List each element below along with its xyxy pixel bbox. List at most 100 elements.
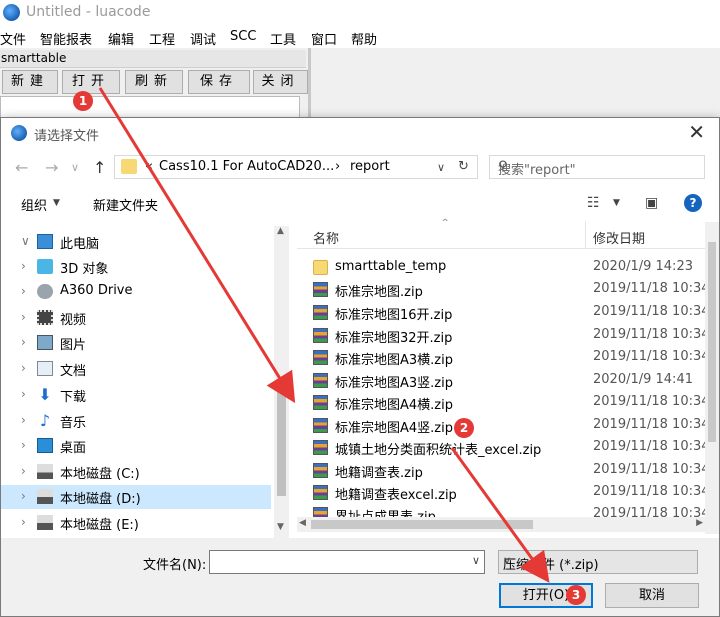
file-row[interactable]: 标准宗地图A4竖.zip 2019/11/18 10:34 bbox=[297, 415, 710, 437]
breadcrumb-report[interactable]: report bbox=[350, 159, 390, 174]
file-list-vertical-scrollbar[interactable] bbox=[705, 222, 719, 534]
new-button[interactable]: 新建 bbox=[2, 70, 58, 94]
menu-project[interactable]: 工程 bbox=[149, 29, 175, 48]
refresh-icon[interactable]: ↻ bbox=[458, 159, 469, 174]
tree-item-music[interactable]: › ♪ 音乐 bbox=[1, 409, 271, 433]
refresh-button[interactable]: 刷新 bbox=[125, 70, 183, 94]
tree-item-downloads[interactable]: › ⬇ 下载 bbox=[1, 383, 271, 407]
file-date: 2019/11/18 10:34 bbox=[593, 484, 710, 499]
tree-item-desktop[interactable]: › 桌面 bbox=[1, 434, 271, 458]
file-row[interactable]: 地籍调查表excel.zip 2019/11/18 10:34 bbox=[297, 482, 710, 504]
open-panel-button[interactable]: 打开 bbox=[62, 70, 120, 94]
file-row[interactable]: 城镇土地分类面积统计表_excel.zip 2019/11/18 10:34 bbox=[297, 437, 710, 459]
close-icon[interactable]: ✕ bbox=[688, 120, 705, 144]
file-row[interactable]: 标准宗地图A3竖.zip 2020/1/9 14:41 bbox=[297, 370, 707, 392]
breadcrumb-cass[interactable]: Cass10.1 For AutoCAD20... bbox=[159, 159, 334, 174]
column-date[interactable]: 修改日期 bbox=[593, 228, 645, 247]
zip-file-icon bbox=[313, 463, 328, 478]
tree-item-documents[interactable]: › 文档 bbox=[1, 357, 271, 381]
menu-window[interactable]: 窗口 bbox=[311, 29, 337, 48]
file-row[interactable]: 标准宗地图A3横.zip 2019/11/18 10:34 bbox=[297, 347, 710, 369]
file-date: 2019/11/18 10:34 bbox=[593, 506, 707, 517]
open-file-dialog: 请选择文件 ✕ ← → ∨ ↑ « Cass10.1 For AutoCAD20… bbox=[0, 117, 720, 617]
file-row[interactable]: 标准宗地图32开.zip 2019/11/18 10:34 bbox=[297, 325, 710, 347]
up-arrow-icon[interactable]: ↑ bbox=[93, 158, 106, 177]
help-icon[interactable]: ? bbox=[684, 194, 702, 212]
view-list-icon[interactable]: ☷ bbox=[587, 195, 600, 211]
tree-item-drive-c[interactable]: › 本地磁盘 (C:) bbox=[1, 460, 271, 484]
column-name[interactable]: 名称 bbox=[313, 228, 339, 247]
expand-chevron-icon[interactable]: › bbox=[21, 489, 26, 503]
file-date: 2019/11/18 10:34 bbox=[593, 304, 710, 319]
file-row[interactable]: 标准宗地图A4横.zip 2019/11/18 10:34 bbox=[297, 392, 710, 414]
file-type-dropdown-icon[interactable]: ∨ bbox=[503, 554, 691, 567]
close-panel-button[interactable]: 关闭 bbox=[253, 70, 308, 94]
menu-tools[interactable]: 工具 bbox=[270, 29, 296, 48]
expand-chevron-icon[interactable]: › bbox=[21, 464, 26, 478]
scroll-down-icon[interactable]: ▼ bbox=[277, 522, 284, 532]
dialog-title: 请选择文件 bbox=[34, 129, 100, 144]
save-button[interactable]: 保存 bbox=[188, 70, 250, 94]
organize-button[interactable]: 组织 bbox=[21, 195, 47, 214]
expand-chevron-icon[interactable]: › bbox=[21, 361, 26, 375]
menu-scc[interactable]: SCC bbox=[230, 29, 256, 44]
tree-scrollbar[interactable]: ▲ ▼ bbox=[274, 226, 289, 538]
tree-scroll-thumb[interactable] bbox=[277, 386, 286, 496]
file-list-header: 名称 修改日期 bbox=[297, 221, 719, 249]
file-row[interactable]: 标准宗地图.zip 2019/11/18 10:34 bbox=[297, 279, 710, 301]
expand-chevron-icon[interactable]: › bbox=[21, 284, 26, 298]
file-date: 2019/11/18 10:34 bbox=[593, 439, 710, 454]
file-type-select[interactable]: 压缩文件 (*.zip) ∨ bbox=[498, 550, 698, 574]
expand-chevron-icon[interactable]: › bbox=[21, 438, 26, 452]
file-row[interactable]: 标准宗地图16开.zip 2019/11/18 10:34 bbox=[297, 302, 710, 324]
expand-chevron-icon[interactable]: › bbox=[21, 413, 26, 427]
filename-input[interactable]: ∨ bbox=[209, 550, 485, 574]
forward-arrow-icon[interactable]: → bbox=[45, 158, 58, 177]
cancel-button[interactable]: 取消 bbox=[605, 583, 699, 608]
expand-chevron-icon[interactable]: › bbox=[21, 515, 26, 529]
column-separator[interactable] bbox=[585, 221, 586, 249]
tree-item-pictures[interactable]: › 图片 bbox=[1, 331, 271, 355]
tree-item-this-pc[interactable]: ∨ 此电脑 bbox=[1, 230, 271, 254]
menu-edit[interactable]: 编辑 bbox=[108, 29, 134, 48]
expand-chevron-icon[interactable]: ∨ bbox=[21, 234, 30, 248]
scroll-up-icon[interactable]: ▲ bbox=[277, 226, 284, 236]
file-list-scroll-thumb[interactable] bbox=[708, 242, 716, 442]
expand-chevron-icon[interactable]: › bbox=[21, 259, 26, 273]
tree-item-drive-e[interactable]: › 本地磁盘 (E:) bbox=[1, 511, 271, 535]
tree-item-3d-objects[interactable]: › 3D 对象 bbox=[1, 255, 271, 279]
address-dropdown-icon[interactable]: ∨ bbox=[437, 161, 445, 174]
preview-pane-icon[interactable]: ▣ bbox=[645, 195, 658, 211]
tree-item-label: 下载 bbox=[60, 390, 87, 405]
view-dropdown-icon[interactable]: ▼ bbox=[613, 198, 620, 208]
menu-debug[interactable]: 调试 bbox=[190, 29, 216, 48]
file-row[interactable]: smarttable_temp 2020/1/9 14:23 bbox=[297, 257, 707, 279]
file-row[interactable]: 地籍调查表.zip 2019/11/18 10:34 bbox=[297, 460, 710, 482]
drive-icon bbox=[37, 489, 53, 504]
tree-item-a360[interactable]: › A360 Drive bbox=[1, 280, 271, 304]
horizontal-scroll-thumb[interactable] bbox=[311, 520, 533, 529]
tree-item-label: 视频 bbox=[60, 313, 87, 328]
expand-chevron-icon[interactable]: › bbox=[21, 310, 26, 324]
new-folder-button[interactable]: 新建文件夹 bbox=[93, 195, 158, 214]
file-name: 标准宗地图A4竖.zip bbox=[335, 421, 453, 436]
menu-smart-report[interactable]: 智能报表 bbox=[40, 29, 92, 48]
recent-chevron-icon[interactable]: ∨ bbox=[71, 161, 79, 174]
expand-chevron-icon[interactable]: › bbox=[21, 387, 26, 401]
menu-help[interactable]: 帮助 bbox=[351, 29, 377, 48]
tree-item-drive-d[interactable]: › 本地磁盘 (D:) bbox=[1, 485, 271, 509]
tree-item-videos[interactable]: › 视频 bbox=[1, 306, 271, 330]
tree-item-label: 3D 对象 bbox=[60, 262, 109, 277]
file-date: 2019/11/18 10:34 bbox=[593, 462, 710, 477]
filename-dropdown-icon[interactable]: ∨ bbox=[472, 554, 480, 567]
search-input[interactable]: 搜索"report" ⚲ bbox=[489, 155, 705, 179]
menu-file[interactable]: 文件 bbox=[0, 29, 26, 48]
scroll-right-icon[interactable]: ▶ bbox=[696, 518, 703, 528]
file-row[interactable]: 界址点成果表.zip 2019/11/18 10:34 bbox=[297, 504, 707, 517]
file-list-horizontal-scrollbar[interactable]: ◀ ▶ bbox=[297, 517, 705, 532]
scroll-left-icon[interactable]: ◀ bbox=[299, 518, 306, 528]
address-bar[interactable]: « Cass10.1 For AutoCAD20... › report ∨ ↻ bbox=[114, 155, 478, 179]
expand-chevron-icon[interactable]: › bbox=[21, 335, 26, 349]
back-arrow-icon[interactable]: ← bbox=[15, 158, 28, 177]
organize-dropdown-icon[interactable]: ▼ bbox=[53, 198, 60, 208]
